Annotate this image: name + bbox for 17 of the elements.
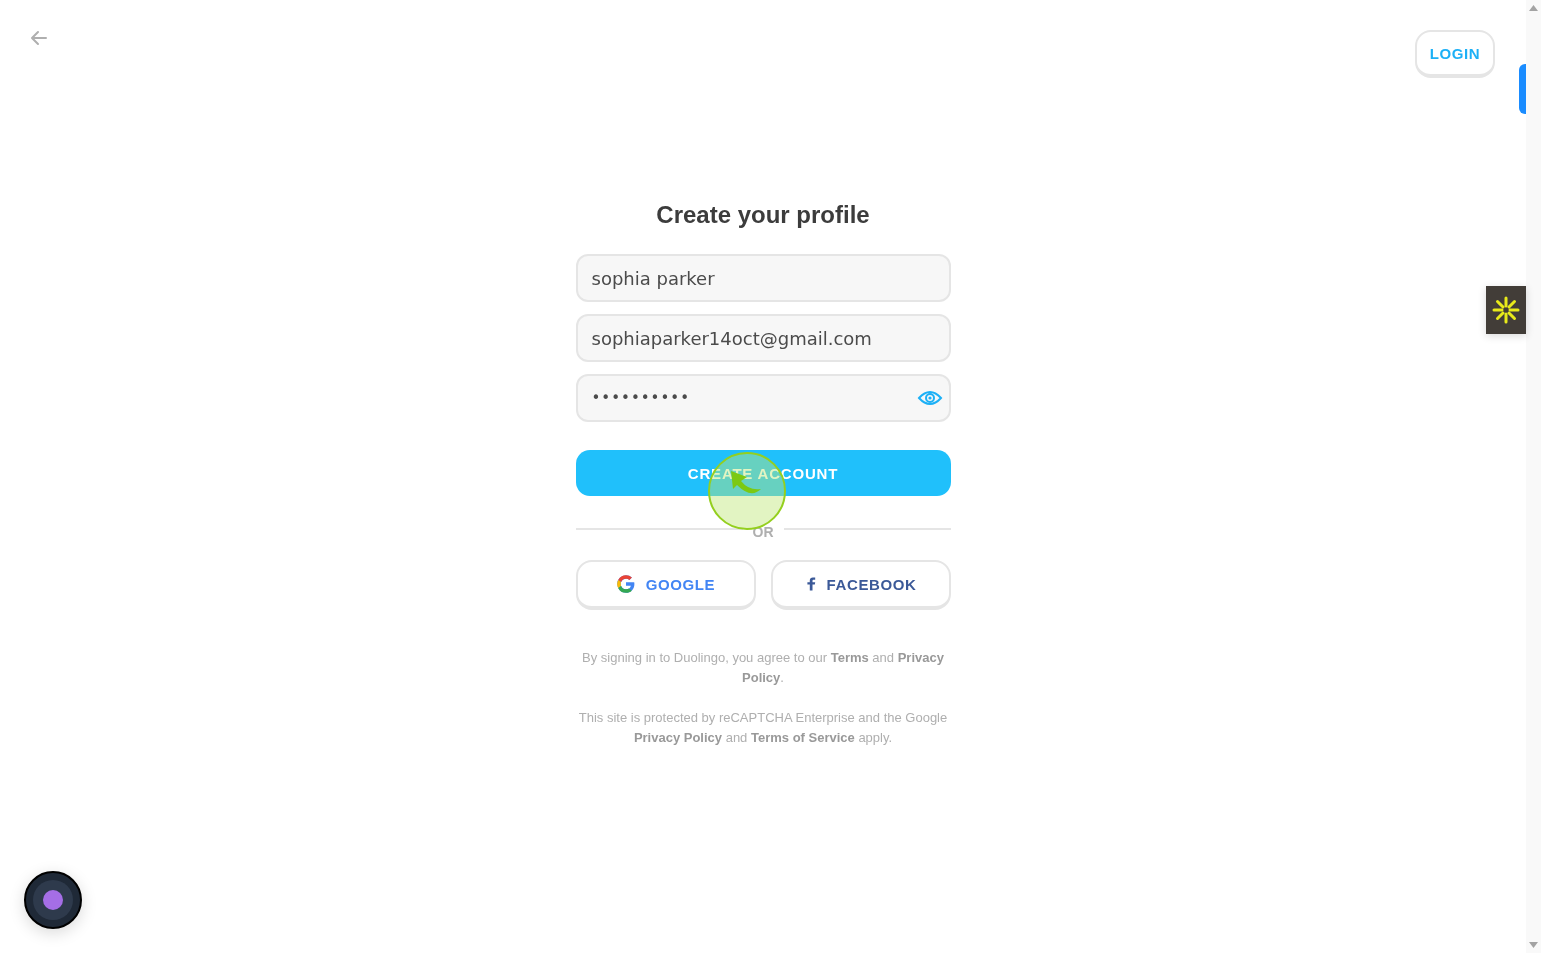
assistant-orb-button[interactable]: [24, 871, 82, 929]
scroll-down-arrow-icon[interactable]: [1529, 942, 1538, 948]
google-g-icon: [615, 573, 636, 595]
facebook-button[interactable]: FACEBOOK: [770, 560, 951, 610]
side-tab[interactable]: [1519, 64, 1526, 114]
eye-icon[interactable]: [916, 388, 943, 408]
widget-button[interactable]: [1486, 286, 1526, 334]
recaptcha-text: This site is protected by reCAPTCHA Enterprise and the Google Privacy Policy and Terms of Service apply.: [577, 709, 949, 747]
input-field[interactable]: sophiaparker14oct@gmail.com: [575, 314, 951, 362]
google-button[interactable]: GOOGLE: [575, 560, 756, 610]
terms-text: By signing in to Duolingo, you agree to our Terms and Privacy Policy.: [581, 649, 945, 687]
scroll-up-arrow-icon[interactable]: [1529, 5, 1538, 11]
back-arrow-icon[interactable]: [30, 30, 48, 46]
page-title: Create your profile: [655, 200, 871, 230]
input-field[interactable]: sophia parker: [575, 254, 951, 302]
password-field[interactable]: ••••••••••: [575, 374, 951, 422]
asterisk-icon: [1492, 296, 1520, 324]
